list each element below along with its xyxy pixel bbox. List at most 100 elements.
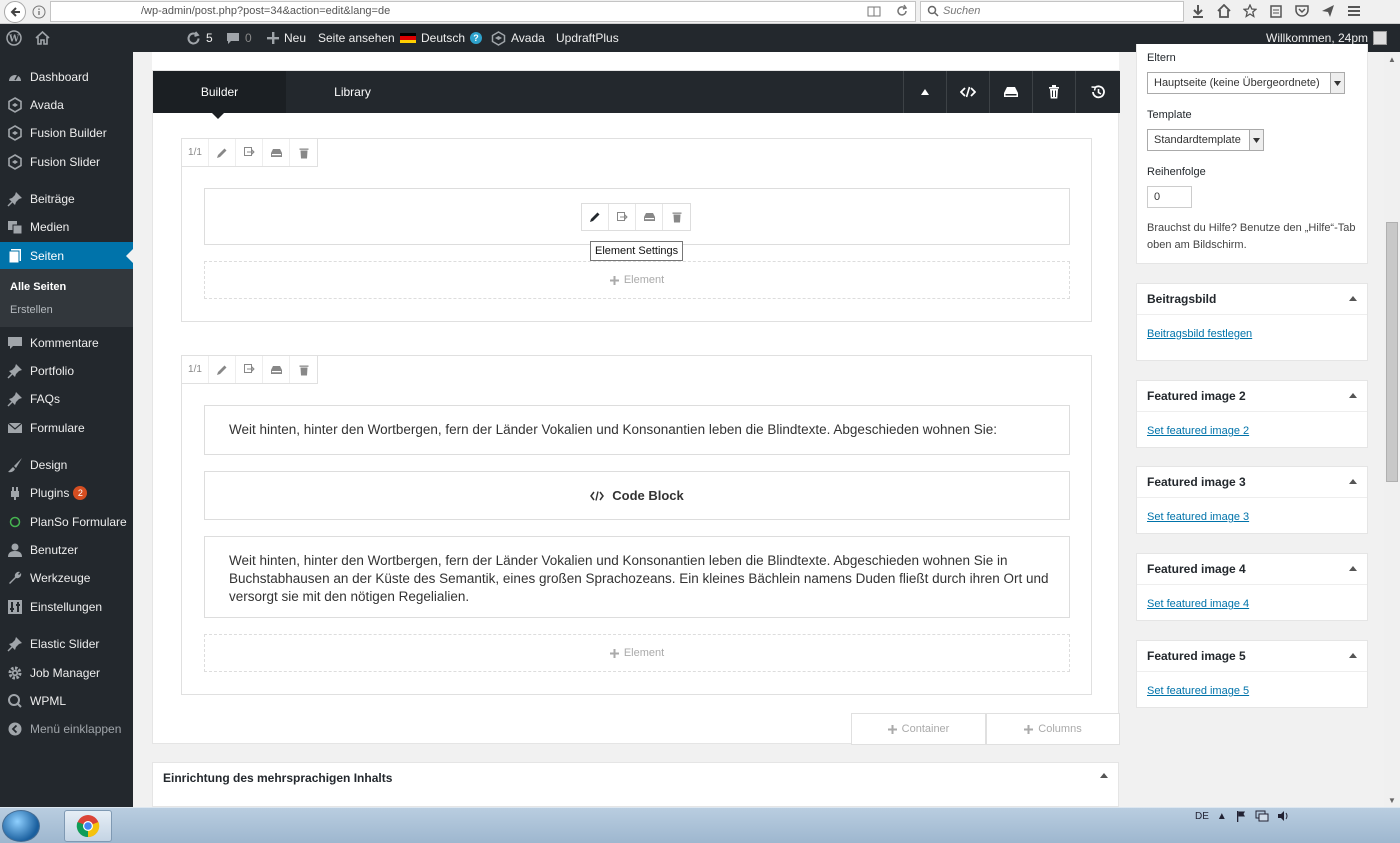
set-featured-image-5-link[interactable]: Set featured image 5 — [1147, 685, 1249, 697]
sidebar-item-fusion-slider[interactable]: Fusion Slider — [0, 148, 133, 176]
scroll-down-arrow-icon[interactable]: ▼ — [1384, 793, 1400, 807]
featured-image-2-box-title[interactable]: Featured image 2 — [1137, 381, 1367, 412]
delete-all-button[interactable] — [1032, 71, 1075, 113]
column-size-button[interactable]: 1/1 — [182, 139, 209, 166]
hamburger-menu-icon[interactable] — [1346, 2, 1362, 20]
box-toggle-arrow-icon[interactable] — [1349, 653, 1357, 658]
multilingual-panel-title[interactable]: Einrichtung des mehrsprachigen Inhalts — [163, 771, 392, 785]
sidebar-item-forms[interactable]: Formulare — [0, 414, 133, 442]
language-switcher[interactable]: Deutsch ? — [400, 24, 483, 52]
save-column-icon[interactable] — [263, 356, 290, 383]
sidebar-item-fusion-builder[interactable]: Fusion Builder — [0, 119, 133, 147]
box-toggle-arrow-icon[interactable] — [1349, 479, 1357, 484]
updates-link[interactable]: 5 — [186, 24, 213, 52]
start-button[interactable] — [2, 810, 40, 842]
delete-element-trash-icon[interactable] — [663, 204, 690, 230]
avada-menu[interactable]: Avada — [491, 24, 545, 52]
sidebar-item-wpml[interactable]: WPML — [0, 687, 133, 715]
network-icon[interactable] — [1255, 810, 1269, 822]
sidebar-item-portfolio[interactable]: Portfolio — [0, 357, 133, 385]
site-home-icon[interactable] — [35, 24, 50, 52]
sidebar-item-pages[interactable]: Seiten — [0, 242, 133, 270]
clipboard-icon[interactable] — [1268, 2, 1284, 20]
featured-image-3-box-title[interactable]: Featured image 3 — [1137, 467, 1367, 498]
set-featured-image-link[interactable]: Beitragsbild festlegen — [1147, 328, 1252, 340]
collapse-menu-button[interactable]: Menü einklappen — [0, 715, 133, 743]
send-icon[interactable] — [1320, 2, 1336, 20]
sidebar-item-posts[interactable]: Beiträge — [0, 185, 133, 213]
tab-builder[interactable]: Builder — [153, 71, 286, 119]
chrome-taskbar-button[interactable] — [64, 810, 112, 842]
home-icon[interactable] — [1216, 2, 1232, 20]
sidebar-item-elastic-slider[interactable]: Elastic Slider — [0, 630, 133, 658]
set-featured-image-3-link[interactable]: Set featured image 3 — [1147, 511, 1249, 523]
panel-toggle-arrow-icon[interactable] — [1100, 773, 1108, 778]
text-element-2[interactable]: Weit hinten, hinter den Wortbergen, fern… — [204, 536, 1070, 618]
column-size-button[interactable]: 1/1 — [182, 356, 209, 383]
submenu-create[interactable]: Erstellen — [10, 304, 53, 316]
sidebar-item-tools[interactable]: Werkzeuge — [0, 564, 133, 592]
sidebar-item-media[interactable]: Medien — [0, 213, 133, 241]
sidebar-item-job-manager[interactable]: Job Manager — [0, 659, 133, 687]
clone-column-icon[interactable] — [236, 139, 263, 166]
action-center-flag-icon[interactable] — [1235, 810, 1247, 822]
search-field[interactable]: Suchen — [920, 1, 1184, 22]
sidebar-item-users[interactable]: Benutzer — [0, 536, 133, 564]
clone-column-icon[interactable] — [236, 356, 263, 383]
code-block-element[interactable]: Code Block — [204, 471, 1070, 520]
sidebar-item-design[interactable]: Design — [0, 451, 133, 479]
updraftplus-menu[interactable]: UpdraftPlus — [556, 24, 619, 52]
template-select[interactable]: Standardtemplate — [1147, 129, 1264, 151]
box-toggle-arrow-icon[interactable] — [1349, 566, 1357, 571]
save-column-icon[interactable] — [263, 139, 290, 166]
submenu-all-pages[interactable]: Alle Seiten — [10, 281, 66, 293]
delete-column-trash-icon[interactable] — [290, 139, 317, 166]
builder-element[interactable] — [204, 188, 1070, 245]
volume-icon[interactable] — [1277, 810, 1291, 822]
sidebar-item-faqs[interactable]: FAQs — [0, 385, 133, 413]
box-toggle-arrow-icon[interactable] — [1349, 393, 1357, 398]
order-input[interactable]: 0 — [1147, 186, 1192, 208]
tab-library[interactable]: Library — [286, 71, 419, 113]
edit-column-pencil-icon[interactable] — [209, 356, 236, 383]
new-content-link[interactable]: Neu — [267, 24, 306, 52]
language-indicator[interactable]: DE — [1195, 811, 1209, 822]
featured-image-5-box-title[interactable]: Featured image 5 — [1137, 641, 1367, 672]
clone-element-icon[interactable] — [609, 204, 636, 230]
reader-view-icon[interactable] — [867, 4, 881, 18]
sidebar-item-avada[interactable]: Avada — [0, 91, 133, 119]
sidebar-item-dashboard[interactable]: Dashboard — [0, 63, 133, 91]
delete-column-trash-icon[interactable] — [290, 356, 317, 383]
collapse-builder-button[interactable] — [903, 71, 946, 113]
sidebar-item-planso-forms[interactable]: PlanSo Formulare — [0, 508, 133, 536]
bookmark-star-icon[interactable] — [1242, 2, 1258, 20]
info-icon[interactable] — [30, 3, 48, 21]
scroll-up-arrow-icon[interactable]: ▲ — [1384, 52, 1400, 66]
element-settings-pencil-icon[interactable] — [582, 204, 609, 230]
comments-link[interactable]: 0 — [226, 24, 252, 52]
code-view-button[interactable] — [946, 71, 989, 113]
add-container-button[interactable]: Container — [851, 713, 986, 745]
sidebar-item-settings[interactable]: Einstellungen — [0, 593, 133, 621]
download-icon[interactable] — [1190, 2, 1206, 20]
parent-select[interactable]: Hauptseite (keine Übergeordnete) — [1147, 72, 1345, 94]
back-button[interactable] — [4, 1, 26, 23]
sidebar-item-comments[interactable]: Kommentare — [0, 329, 133, 357]
featured-image-4-box-title[interactable]: Featured image 4 — [1137, 554, 1367, 585]
save-template-button[interactable] — [989, 71, 1032, 113]
view-page-link[interactable]: Seite ansehen — [318, 24, 395, 52]
history-button[interactable] — [1075, 71, 1120, 113]
add-columns-button[interactable]: Columns — [986, 713, 1120, 745]
set-featured-image-4-link[interactable]: Set featured image 4 — [1147, 598, 1249, 610]
page-scrollbar[interactable]: ▲ ▼ — [1384, 52, 1400, 807]
edit-column-pencil-icon[interactable] — [209, 139, 236, 166]
featured-image-box-title[interactable]: Beitragsbild — [1137, 284, 1367, 315]
sidebar-item-plugins[interactable]: Plugins 2 — [0, 479, 133, 507]
pocket-icon[interactable] — [1294, 2, 1310, 20]
tray-expand-icon[interactable]: ▲ — [1217, 811, 1227, 822]
box-toggle-arrow-icon[interactable] — [1349, 296, 1357, 301]
reload-icon[interactable] — [895, 4, 909, 18]
add-element-button[interactable]: Element — [204, 634, 1070, 672]
wordpress-logo-icon[interactable]: W — [6, 24, 22, 52]
save-element-icon[interactable] — [636, 204, 663, 230]
